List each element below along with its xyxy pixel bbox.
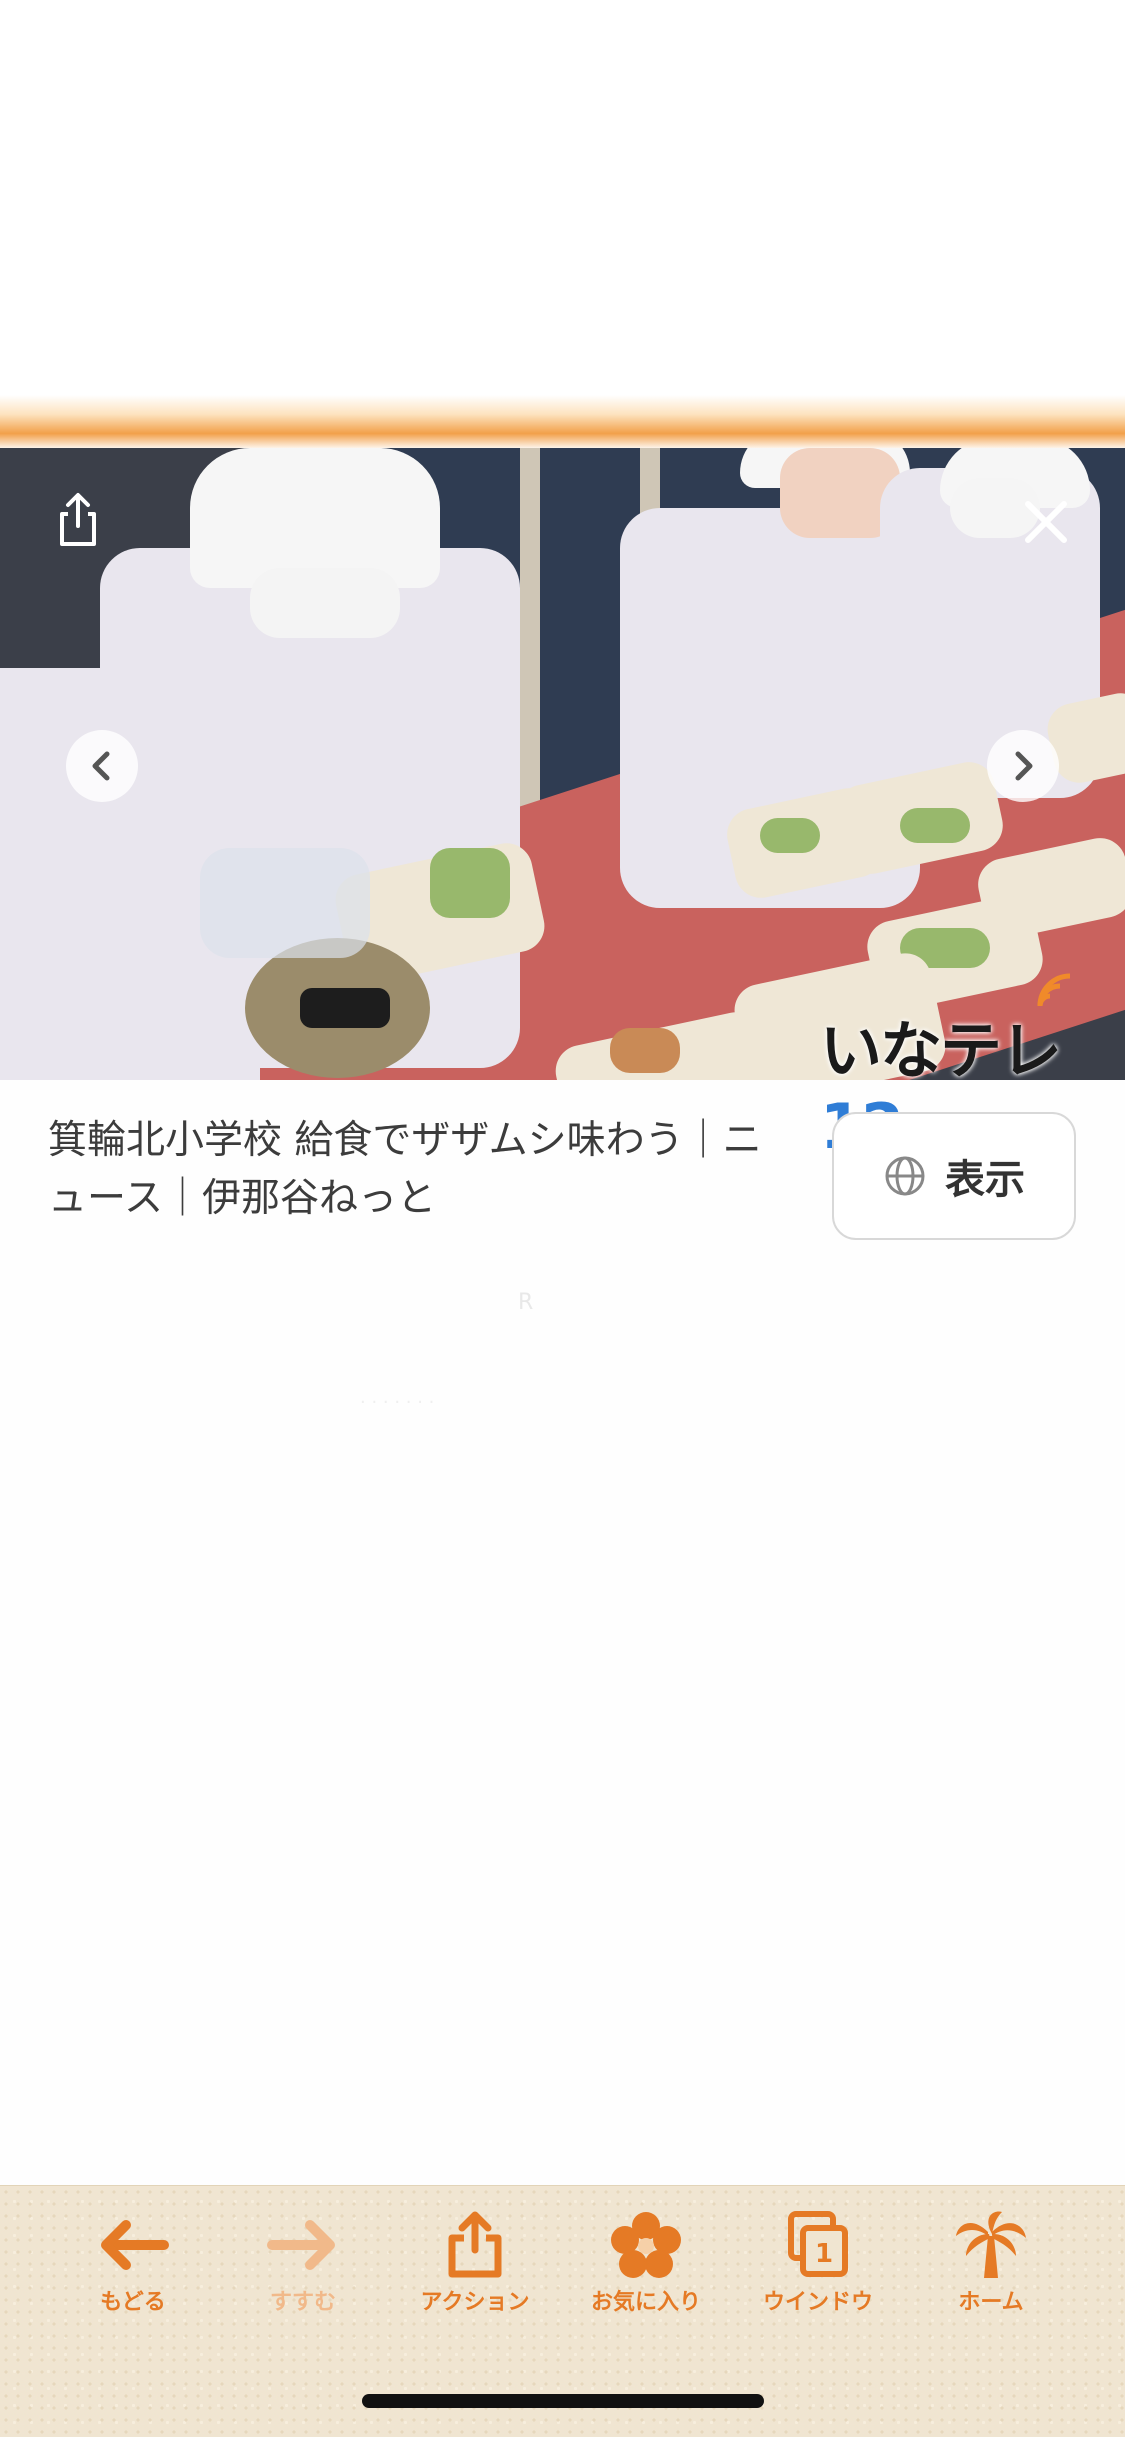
previous-image-button[interactable]	[66, 730, 138, 802]
show-page-button[interactable]: 表示	[832, 1112, 1076, 1240]
home-button[interactable]: ホーム	[916, 2210, 1066, 2320]
forward-button[interactable]: すすむ	[228, 2210, 378, 2320]
favorites-button[interactable]: お気に入り	[571, 2210, 721, 2320]
page-header-strip	[0, 395, 1125, 450]
share-icon[interactable]	[48, 490, 108, 550]
share-icon	[448, 2211, 502, 2278]
close-icon[interactable]	[1016, 492, 1076, 552]
show-button-label: 表示	[945, 1157, 1025, 1203]
forward-arrow-icon	[267, 2220, 335, 2270]
window-count: 1	[815, 2239, 833, 2269]
action-button[interactable]: アクション	[400, 2210, 550, 2320]
chevron-right-icon	[1015, 751, 1033, 781]
home-indicator[interactable]	[362, 2394, 764, 2408]
windows-icon: 1	[788, 2211, 848, 2277]
back-button[interactable]: もどる	[58, 2210, 208, 2320]
blank-page-area	[0, 0, 1125, 440]
article-photo	[0, 448, 1125, 1080]
windows-button[interactable]: 1 ウインドウ	[743, 2210, 893, 2320]
signal-wave-icon	[1037, 973, 1071, 1007]
globe-icon	[885, 1156, 925, 1196]
faint-text: R	[518, 1290, 534, 1315]
chevron-left-icon	[92, 751, 110, 781]
palm-tree-icon	[956, 2211, 1026, 2278]
next-image-button[interactable]	[987, 730, 1059, 802]
back-arrow-icon	[101, 2220, 169, 2270]
hibiscus-icon	[611, 2212, 681, 2278]
faint-text: · · · · · · ·	[360, 1392, 435, 1413]
page-title: 箕輪北小学校 給食でザザムシ味わう｜ニュース｜伊那谷ねっと	[48, 1118, 762, 1221]
